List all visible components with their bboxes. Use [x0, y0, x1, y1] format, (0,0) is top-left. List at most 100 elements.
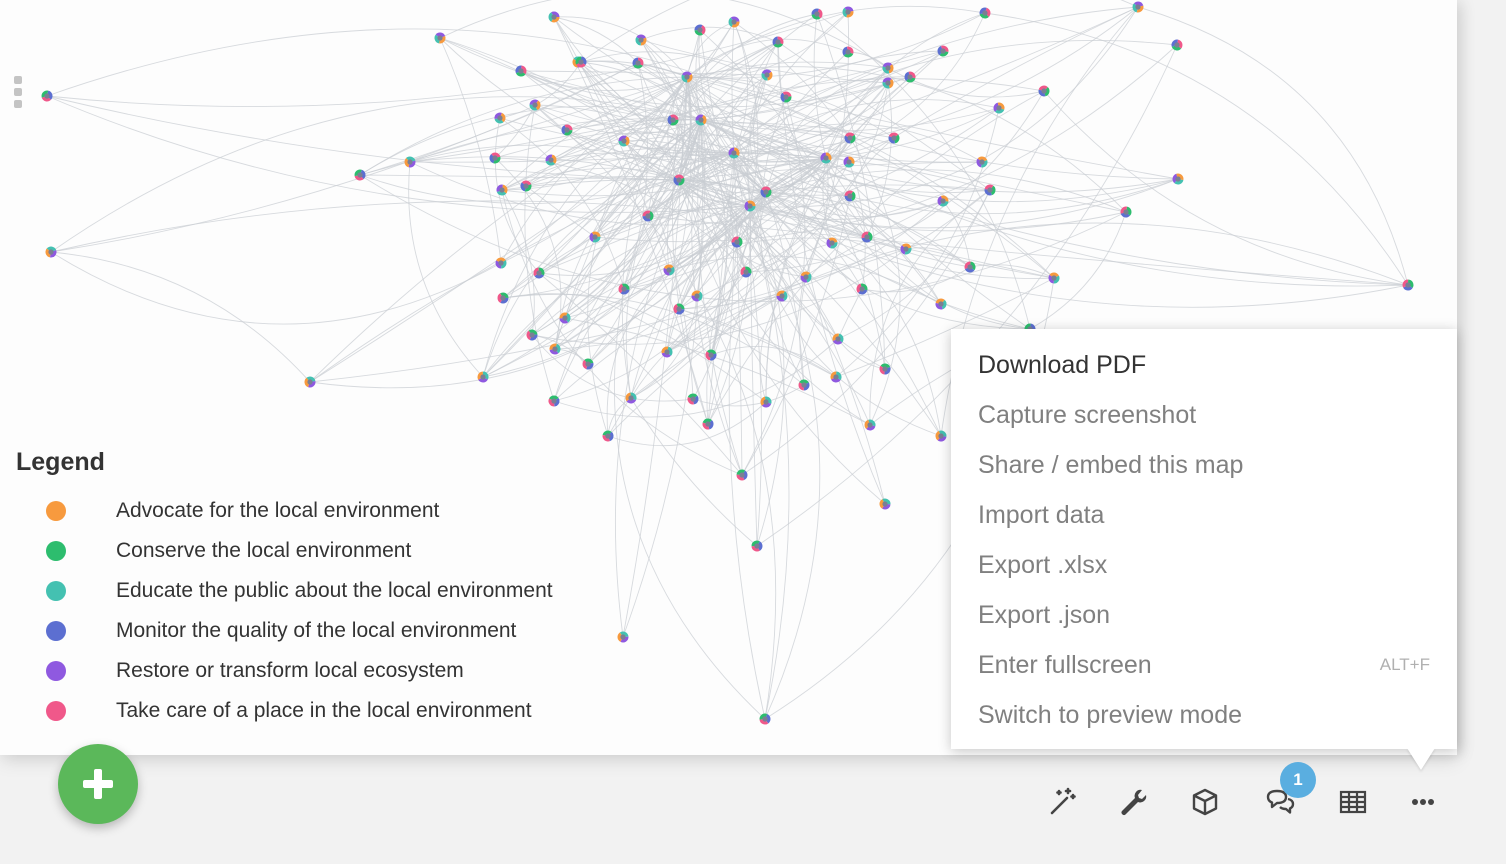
network-node[interactable] [856, 283, 868, 295]
menu-item-preview-mode[interactable]: Switch to preview mode [978, 690, 1430, 740]
network-node[interactable] [760, 186, 772, 198]
network-node[interactable] [1402, 279, 1414, 291]
network-node[interactable] [976, 156, 988, 168]
network-node[interactable] [582, 358, 594, 370]
network-node[interactable] [826, 237, 838, 249]
network-node[interactable] [751, 540, 763, 552]
network-node[interactable] [728, 16, 740, 28]
network-node[interactable] [691, 290, 703, 302]
network-node[interactable] [41, 90, 53, 102]
network-node[interactable] [559, 312, 571, 324]
network-node[interactable] [673, 303, 685, 315]
network-node[interactable] [602, 430, 614, 442]
network-node[interactable] [515, 65, 527, 77]
network-node[interactable] [495, 257, 507, 269]
network-node[interactable] [798, 379, 810, 391]
network-node[interactable] [705, 349, 717, 361]
network-node[interactable] [842, 46, 854, 58]
network-node[interactable] [861, 231, 873, 243]
network-node[interactable] [830, 371, 842, 383]
menu-item-export-xlsx[interactable]: Export .xlsx [978, 540, 1430, 590]
network-node[interactable] [667, 114, 679, 126]
network-node[interactable] [617, 631, 629, 643]
network-node[interactable] [625, 392, 637, 404]
network-node[interactable] [888, 132, 900, 144]
network-node[interactable] [489, 152, 501, 164]
network-node[interactable] [900, 243, 912, 255]
table-view-button[interactable] [1333, 782, 1373, 822]
network-node[interactable] [45, 246, 57, 258]
menu-item-export-json[interactable]: Export .json [978, 590, 1430, 640]
network-node[interactable] [728, 147, 740, 159]
network-node[interactable] [842, 6, 854, 18]
menu-item-enter-fullscreen[interactable]: Enter fullscreen ALT+F [978, 640, 1430, 690]
network-node[interactable] [776, 290, 788, 302]
network-node[interactable] [529, 99, 541, 111]
network-node[interactable] [663, 264, 675, 276]
network-node[interactable] [740, 266, 752, 278]
network-node[interactable] [520, 180, 532, 192]
network-node[interactable] [687, 393, 699, 405]
network-node[interactable] [984, 184, 996, 196]
network-node[interactable] [533, 267, 545, 279]
network-node[interactable] [545, 154, 557, 166]
network-node[interactable] [618, 135, 630, 147]
network-node[interactable] [993, 102, 1005, 114]
settings-button[interactable] [1113, 782, 1153, 822]
network-node[interactable] [937, 195, 949, 207]
network-node[interactable] [882, 62, 894, 74]
network-node[interactable] [661, 346, 673, 358]
network-node[interactable] [548, 11, 560, 23]
menu-item-download-pdf[interactable]: Download PDF [978, 340, 1430, 390]
network-node[interactable] [642, 210, 654, 222]
network-node[interactable] [497, 292, 509, 304]
network-node[interactable] [979, 7, 991, 19]
network-node[interactable] [618, 283, 630, 295]
network-node[interactable] [736, 469, 748, 481]
network-node[interactable] [864, 419, 876, 431]
network-node[interactable] [744, 200, 756, 212]
network-node[interactable] [561, 124, 573, 136]
network-node[interactable] [937, 45, 949, 57]
network-node[interactable] [681, 71, 693, 83]
3d-view-button[interactable] [1185, 782, 1225, 822]
drag-handle[interactable] [14, 76, 22, 112]
network-node[interactable] [882, 77, 894, 89]
network-node[interactable] [496, 184, 508, 196]
network-node[interactable] [304, 376, 316, 388]
network-node[interactable] [434, 32, 446, 44]
network-node[interactable] [844, 132, 856, 144]
network-node[interactable] [549, 343, 561, 355]
network-node[interactable] [494, 112, 506, 124]
network-node[interactable] [1048, 272, 1060, 284]
network-node[interactable] [589, 231, 601, 243]
network-node[interactable] [761, 69, 773, 81]
network-node[interactable] [904, 71, 916, 83]
network-node[interactable] [935, 430, 947, 442]
network-node[interactable] [731, 236, 743, 248]
network-node[interactable] [477, 371, 489, 383]
network-node[interactable] [800, 271, 812, 283]
network-node[interactable] [1120, 206, 1132, 218]
network-node[interactable] [1132, 1, 1144, 13]
network-node[interactable] [811, 8, 823, 20]
network-node[interactable] [702, 418, 714, 430]
network-node[interactable] [843, 156, 855, 168]
network-node[interactable] [575, 56, 587, 68]
network-node[interactable] [673, 174, 685, 186]
menu-item-share-embed[interactable]: Share / embed this map [978, 440, 1430, 490]
network-node[interactable] [1038, 85, 1050, 97]
network-node[interactable] [832, 333, 844, 345]
network-node[interactable] [844, 190, 856, 202]
network-node[interactable] [1171, 39, 1183, 51]
network-node[interactable] [694, 24, 706, 36]
network-node[interactable] [879, 498, 891, 510]
network-node[interactable] [964, 261, 976, 273]
network-node[interactable] [759, 713, 771, 725]
network-node[interactable] [772, 36, 784, 48]
network-node[interactable] [635, 34, 647, 46]
network-node[interactable] [548, 395, 560, 407]
more-options-button[interactable] [1403, 782, 1443, 822]
network-node[interactable] [879, 363, 891, 375]
network-node[interactable] [780, 91, 792, 103]
